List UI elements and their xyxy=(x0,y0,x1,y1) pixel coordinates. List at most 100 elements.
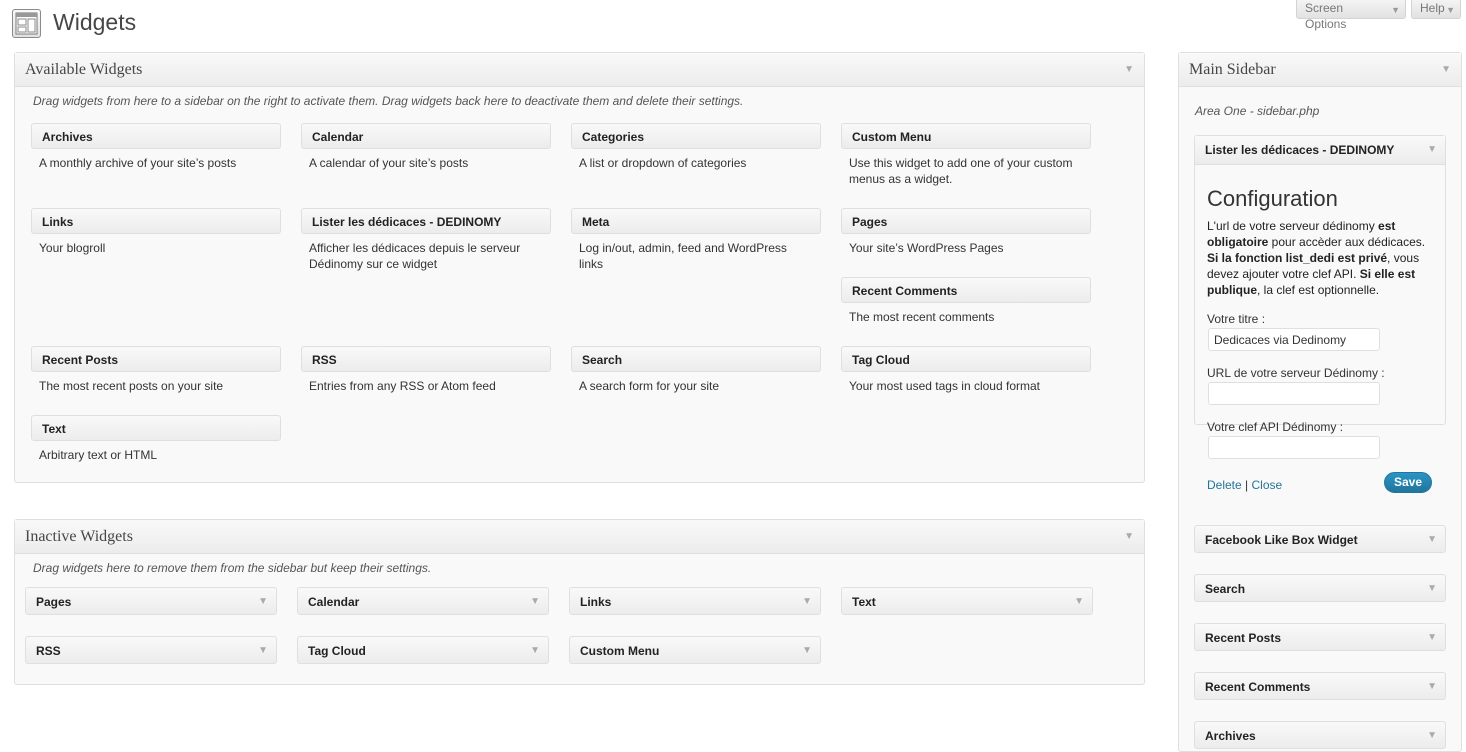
widget-title-bar[interactable]: Tag Cloud xyxy=(841,346,1091,372)
chevron-down-icon[interactable]: ▼ xyxy=(530,588,540,616)
inactive-widget-text[interactable]: Text ▼ xyxy=(841,587,1093,615)
available-widgets-description: Drag widgets from here to a sidebar on t… xyxy=(33,94,744,108)
sidebar-widget-facebook-like-box-widget[interactable]: Facebook Like Box Widget ▼ xyxy=(1194,525,1446,553)
available-widget-meta[interactable]: Meta Log in/out, admin, feed and WordPres… xyxy=(571,208,821,272)
widget-title-bar[interactable]: Recent Posts xyxy=(31,346,281,372)
chevron-down-icon[interactable]: ▼ xyxy=(258,637,268,665)
available-widget-recent-comments[interactable]: Recent Comments The most recent comments xyxy=(841,277,1091,325)
available-widget-search[interactable]: Search A search form for your site xyxy=(571,346,821,394)
sidebar-widget-search[interactable]: Search ▼ xyxy=(1194,574,1446,602)
title-field-label: Votre titre : xyxy=(1207,312,1266,326)
widget-title-bar[interactable]: Categories xyxy=(571,123,821,149)
collapse-arrow-icon[interactable]: ▼ xyxy=(1124,520,1134,553)
widget-title-bar[interactable]: Archives xyxy=(31,123,281,149)
configuration-help-text: L'url de votre serveur dédinomy est obli… xyxy=(1207,218,1435,298)
expanded-widget-header[interactable]: Lister les dédicaces - DEDINOMY ▼ xyxy=(1195,136,1445,165)
available-widget-tag-cloud[interactable]: Tag Cloud Your most used tags in cloud fo… xyxy=(841,346,1091,394)
widget-label: Tag Cloud xyxy=(308,644,366,658)
main-sidebar-panel: Main Sidebar ▼ Area One - sidebar.php Li… xyxy=(1178,52,1462,752)
main-sidebar-header[interactable]: Main Sidebar ▼ xyxy=(1179,53,1461,87)
inactive-widget-pages[interactable]: Pages ▼ xyxy=(25,587,277,615)
widget-label: Recent Comments xyxy=(1205,680,1311,694)
save-button[interactable]: Save xyxy=(1384,472,1432,493)
expanded-widget-dedinomy: Lister les dédicaces - DEDINOMY ▼ Config… xyxy=(1194,135,1446,493)
widget-description: The most recent comments xyxy=(849,310,995,324)
configuration-heading: Configuration xyxy=(1207,186,1338,211)
widget-label: Custom Menu xyxy=(580,644,660,658)
inactive-widget-links[interactable]: Links ▼ xyxy=(569,587,821,615)
chevron-down-icon[interactable]: ▼ xyxy=(802,588,812,616)
widget-title-bar[interactable]: Custom Menu xyxy=(841,123,1091,149)
inactive-widget-calendar[interactable]: Calendar ▼ xyxy=(297,587,549,615)
page-title: Widgets xyxy=(53,9,137,35)
chevron-down-icon[interactable]: ▼ xyxy=(1427,575,1437,603)
widget-title-bar[interactable]: Text xyxy=(31,415,281,441)
collapse-arrow-icon[interactable]: ▼ xyxy=(1124,53,1134,86)
sidebar-widget-recent-comments[interactable]: Recent Comments ▼ xyxy=(1194,672,1446,700)
widget-label: RSS xyxy=(36,644,61,658)
widget-title-bar[interactable]: Search xyxy=(571,346,821,372)
main-sidebar-title: Main Sidebar xyxy=(1189,61,1276,78)
widget-title-bar[interactable]: Recent Comments xyxy=(841,277,1091,303)
available-widgets-panel: Available Widgets ▼ Drag widgets from he… xyxy=(14,52,1145,483)
inactive-widget-rss[interactable]: RSS ▼ xyxy=(25,636,277,664)
available-widget-archives[interactable]: Archives A monthly archive of your site’s… xyxy=(31,123,281,171)
widget-title-bar[interactable]: Meta xyxy=(571,208,821,234)
widget-label: Calendar xyxy=(308,595,360,609)
widget-description: A monthly archive of your site’s posts xyxy=(39,156,237,170)
chevron-down-icon: ▼ xyxy=(1446,5,1455,15)
widget-label: Facebook Like Box Widget xyxy=(1205,533,1358,547)
sidebar-widget-archives[interactable]: Archives ▼ xyxy=(1194,721,1446,749)
chevron-down-icon[interactable]: ▼ xyxy=(802,637,812,665)
help-button[interactable]: Help ▼ xyxy=(1411,0,1461,19)
widget-title-bar[interactable]: Calendar xyxy=(301,123,551,149)
screen-options-button[interactable]: Screen Options ▼ xyxy=(1296,0,1406,31)
available-widget-links[interactable]: Links Your blogroll xyxy=(31,208,281,256)
chevron-down-icon[interactable]: ▼ xyxy=(530,637,540,665)
available-widget-pages[interactable]: Pages Your site’s WordPress Pages xyxy=(841,208,1091,256)
available-widget-categories[interactable]: Categories A list or dropdown of categori… xyxy=(571,123,821,171)
sidebar-widget-recent-posts[interactable]: Recent Posts ▼ xyxy=(1194,623,1446,651)
inactive-widgets-description: Drag widgets here to remove them from th… xyxy=(33,561,432,575)
help-label: Help xyxy=(1420,1,1445,15)
api-key-field[interactable] xyxy=(1208,436,1380,459)
delete-link[interactable]: Delete xyxy=(1207,478,1242,492)
inactive-widget-tag-cloud[interactable]: Tag Cloud ▼ xyxy=(297,636,549,664)
title-field[interactable] xyxy=(1208,328,1380,351)
available-widgets-title: Available Widgets xyxy=(25,61,143,78)
chevron-down-icon[interactable]: ▼ xyxy=(1074,588,1084,616)
chevron-down-icon[interactable]: ▼ xyxy=(1427,722,1437,750)
help-text-part: L'url de votre serveur dédinomy xyxy=(1207,219,1379,233)
sidebar-area-description: Area One - sidebar.php xyxy=(1195,104,1320,118)
widget-label: Links xyxy=(580,595,612,609)
chevron-down-icon[interactable]: ▼ xyxy=(258,588,268,616)
available-widget-text[interactable]: Text Arbitrary text or HTML xyxy=(31,415,281,463)
available-widget-rss[interactable]: RSS Entries from any RSS or Atom feed xyxy=(301,346,551,394)
widget-title-bar[interactable]: Pages xyxy=(841,208,1091,234)
expanded-widget-title: Lister les dédicaces - DEDINOMY xyxy=(1205,143,1395,157)
widget-description: Your most used tags in cloud format xyxy=(849,379,1040,393)
available-widget-recent-posts[interactable]: Recent Posts The most recent posts on you… xyxy=(31,346,281,394)
widget-label: Pages xyxy=(36,595,72,609)
widget-description: Log in/out, admin, feed and WordPress li… xyxy=(579,241,787,271)
widget-description: A calendar of your site’s posts xyxy=(309,156,469,170)
collapse-arrow-icon[interactable]: ▼ xyxy=(1427,136,1437,164)
help-text-bold: Si la fonction list_dedi est privé xyxy=(1207,251,1388,265)
chevron-down-icon[interactable]: ▼ xyxy=(1427,624,1437,652)
url-field[interactable] xyxy=(1208,382,1380,405)
available-widgets-header[interactable]: Available Widgets ▼ xyxy=(15,53,1144,87)
chevron-down-icon[interactable]: ▼ xyxy=(1427,526,1437,554)
widget-title-bar[interactable]: RSS xyxy=(301,346,551,372)
inactive-widgets-header[interactable]: Inactive Widgets ▼ xyxy=(15,520,1144,554)
widget-title-bar[interactable]: Lister les dédicaces - DEDINOMY xyxy=(301,208,551,234)
widget-description: A list or dropdown of categories xyxy=(579,156,747,170)
available-widget-lister-les-d-dicaces-dedinomy[interactable]: Lister les dédicaces - DEDINOMY Afficher … xyxy=(301,208,551,272)
chevron-down-icon[interactable]: ▼ xyxy=(1427,673,1437,701)
close-link[interactable]: Close xyxy=(1252,478,1283,492)
available-widget-custom-menu[interactable]: Custom Menu Use this widget to add one of… xyxy=(841,123,1091,187)
available-widget-calendar[interactable]: Calendar A calendar of your site’s posts xyxy=(301,123,551,171)
collapse-arrow-icon[interactable]: ▼ xyxy=(1441,53,1451,86)
inactive-widget-custom-menu[interactable]: Custom Menu ▼ xyxy=(569,636,821,664)
widget-title-bar[interactable]: Links xyxy=(31,208,281,234)
widget-description: Afficher les dédicaces depuis le serveur… xyxy=(309,241,521,271)
